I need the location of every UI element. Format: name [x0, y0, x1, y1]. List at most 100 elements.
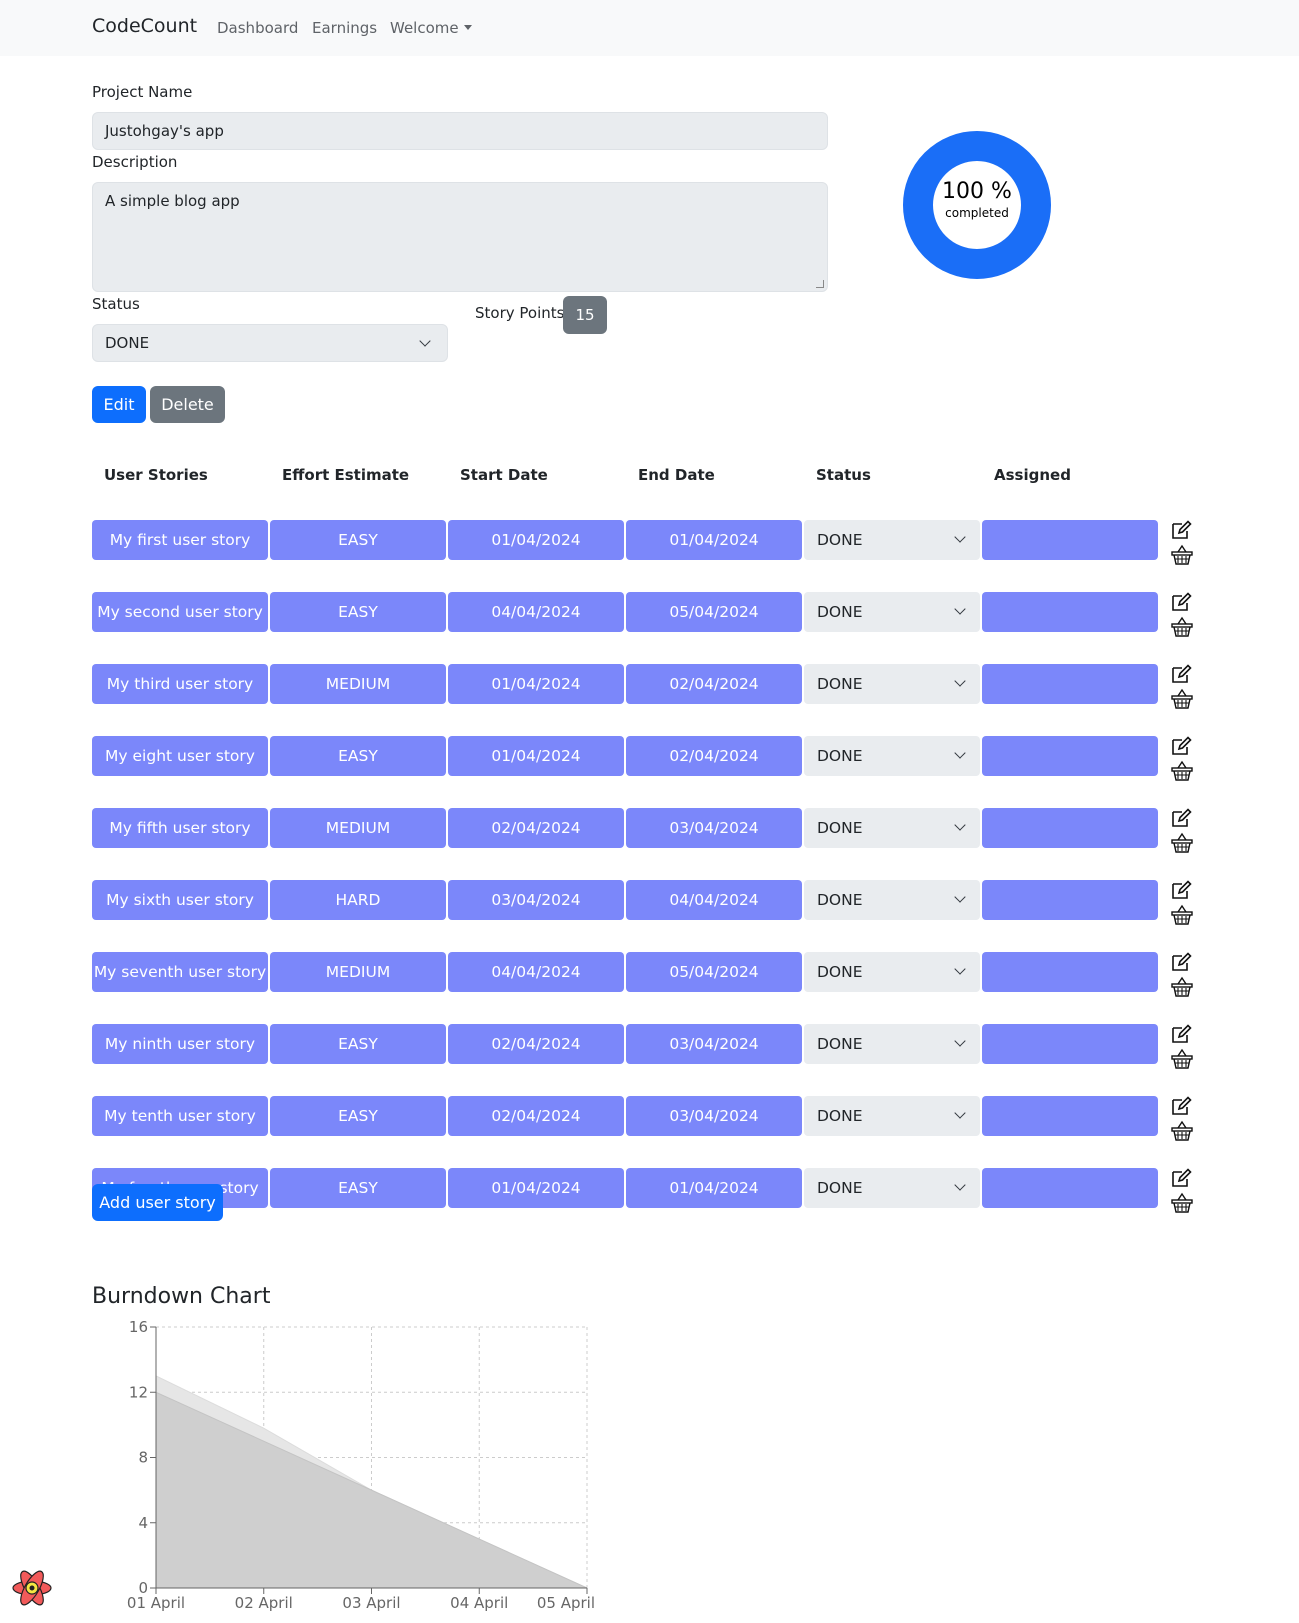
status-select[interactable]: DONE	[804, 520, 980, 560]
start-date-cell[interactable]: 04/04/2024	[448, 952, 624, 992]
header-status: Status	[816, 466, 871, 484]
resize-grip-icon[interactable]	[816, 280, 824, 288]
react-devtools-icon[interactable]	[10, 1566, 54, 1610]
effort-cell[interactable]: EASY	[270, 736, 446, 776]
status-select[interactable]: DONE	[804, 592, 980, 632]
basket-icon[interactable]	[1170, 1120, 1194, 1142]
effort-cell[interactable]: EASY	[270, 1168, 446, 1208]
story-cell[interactable]: My sixth user story	[92, 880, 268, 920]
edit-button[interactable]: Edit	[92, 386, 146, 423]
basket-icon[interactable]	[1170, 1192, 1194, 1214]
effort-cell[interactable]: EASY	[270, 1024, 446, 1064]
effort-cell[interactable]: HARD	[270, 880, 446, 920]
row-actions	[1170, 808, 1194, 853]
end-date-cell-text: 02/04/2024	[669, 675, 759, 693]
start-date-cell[interactable]: 01/04/2024	[448, 1168, 624, 1208]
end-date-cell[interactable]: 04/04/2024	[626, 880, 802, 920]
description-textarea[interactable]: A simple blog app	[92, 182, 828, 292]
nav-dropdown-label: Welcome	[390, 19, 459, 37]
edit-icon[interactable]	[1170, 736, 1194, 756]
story-cell[interactable]: My eight user story	[92, 736, 268, 776]
end-date-cell[interactable]: 03/04/2024	[626, 1024, 802, 1064]
assigned-cell[interactable]	[982, 592, 1158, 632]
edit-icon[interactable]	[1170, 1024, 1194, 1044]
end-date-cell[interactable]: 05/04/2024	[626, 952, 802, 992]
start-date-cell[interactable]: 01/04/2024	[448, 520, 624, 560]
start-date-cell[interactable]: 02/04/2024	[448, 1024, 624, 1064]
basket-icon[interactable]	[1170, 1048, 1194, 1070]
edit-icon[interactable]	[1170, 1096, 1194, 1116]
edit-icon[interactable]	[1170, 808, 1194, 828]
project-status-select[interactable]: DONE	[92, 324, 448, 362]
effort-cell[interactable]: EASY	[270, 592, 446, 632]
start-date-cell[interactable]: 02/04/2024	[448, 1096, 624, 1136]
end-date-cell[interactable]: 01/04/2024	[626, 1168, 802, 1208]
story-cell[interactable]: My seventh user story	[92, 952, 268, 992]
chevron-down-icon	[954, 531, 966, 543]
status-select[interactable]: DONE	[804, 1168, 980, 1208]
brand-logo[interactable]: CodeCount	[92, 15, 197, 37]
end-date-cell[interactable]: 02/04/2024	[626, 664, 802, 704]
effort-cell[interactable]: MEDIUM	[270, 664, 446, 704]
edit-icon[interactable]	[1170, 592, 1194, 612]
basket-icon[interactable]	[1170, 544, 1194, 566]
effort-cell[interactable]: EASY	[270, 1096, 446, 1136]
effort-cell[interactable]: EASY	[270, 520, 446, 560]
edit-icon[interactable]	[1170, 520, 1194, 540]
status-select[interactable]: DONE	[804, 880, 980, 920]
end-date-cell[interactable]: 03/04/2024	[626, 808, 802, 848]
status-select[interactable]: DONE	[804, 952, 980, 992]
delete-button[interactable]: Delete	[150, 386, 225, 423]
effort-cell-text: EASY	[338, 531, 378, 549]
edit-icon[interactable]	[1170, 880, 1194, 900]
assigned-cell[interactable]	[982, 880, 1158, 920]
story-cell[interactable]: My tenth user story	[92, 1096, 268, 1136]
assigned-cell[interactable]	[982, 1096, 1158, 1136]
status-select[interactable]: DONE	[804, 736, 980, 776]
basket-icon[interactable]	[1170, 904, 1194, 926]
assigned-cell[interactable]	[982, 1168, 1158, 1208]
story-cell[interactable]: My second user story	[92, 592, 268, 632]
status-select[interactable]: DONE	[804, 1096, 980, 1136]
end-date-cell[interactable]: 03/04/2024	[626, 1096, 802, 1136]
add-user-story-button[interactable]: Add user story	[92, 1184, 223, 1221]
end-date-cell[interactable]: 05/04/2024	[626, 592, 802, 632]
basket-icon[interactable]	[1170, 688, 1194, 710]
assigned-cell[interactable]	[982, 664, 1158, 704]
story-cell[interactable]: My first user story	[92, 520, 268, 560]
assigned-cell[interactable]	[982, 952, 1158, 992]
nav-link-dashboard[interactable]: Dashboard	[217, 19, 298, 37]
assigned-cell[interactable]	[982, 1024, 1158, 1064]
effort-cell[interactable]: MEDIUM	[270, 952, 446, 992]
assigned-cell[interactable]	[982, 520, 1158, 560]
effort-cell[interactable]: MEDIUM	[270, 808, 446, 848]
status-select[interactable]: DONE	[804, 808, 980, 848]
start-date-cell[interactable]: 03/04/2024	[448, 880, 624, 920]
edit-icon[interactable]	[1170, 664, 1194, 684]
end-date-cell[interactable]: 02/04/2024	[626, 736, 802, 776]
story-cell[interactable]: My third user story	[92, 664, 268, 704]
nav-dropdown-welcome[interactable]: Welcome	[390, 19, 472, 37]
effort-cell-text: EASY	[338, 747, 378, 765]
status-select[interactable]: DONE	[804, 1024, 980, 1064]
story-cell[interactable]: My fifth user story	[92, 808, 268, 848]
chevron-down-icon	[954, 603, 966, 615]
edit-icon[interactable]	[1170, 952, 1194, 972]
start-date-cell[interactable]: 01/04/2024	[448, 736, 624, 776]
basket-icon[interactable]	[1170, 760, 1194, 782]
assigned-cell[interactable]	[982, 736, 1158, 776]
effort-cell-text: EASY	[338, 1107, 378, 1125]
basket-icon[interactable]	[1170, 832, 1194, 854]
end-date-cell[interactable]: 01/04/2024	[626, 520, 802, 560]
basket-icon[interactable]	[1170, 976, 1194, 998]
edit-icon[interactable]	[1170, 1168, 1194, 1188]
start-date-cell[interactable]: 01/04/2024	[448, 664, 624, 704]
basket-icon[interactable]	[1170, 616, 1194, 638]
status-select[interactable]: DONE	[804, 664, 980, 704]
nav-link-earnings[interactable]: Earnings	[312, 19, 377, 37]
start-date-cell[interactable]: 02/04/2024	[448, 808, 624, 848]
story-cell[interactable]: My ninth user story	[92, 1024, 268, 1064]
assigned-cell[interactable]	[982, 808, 1158, 848]
start-date-cell[interactable]: 04/04/2024	[448, 592, 624, 632]
project-name-input[interactable]: Justohgay's app	[92, 112, 828, 150]
